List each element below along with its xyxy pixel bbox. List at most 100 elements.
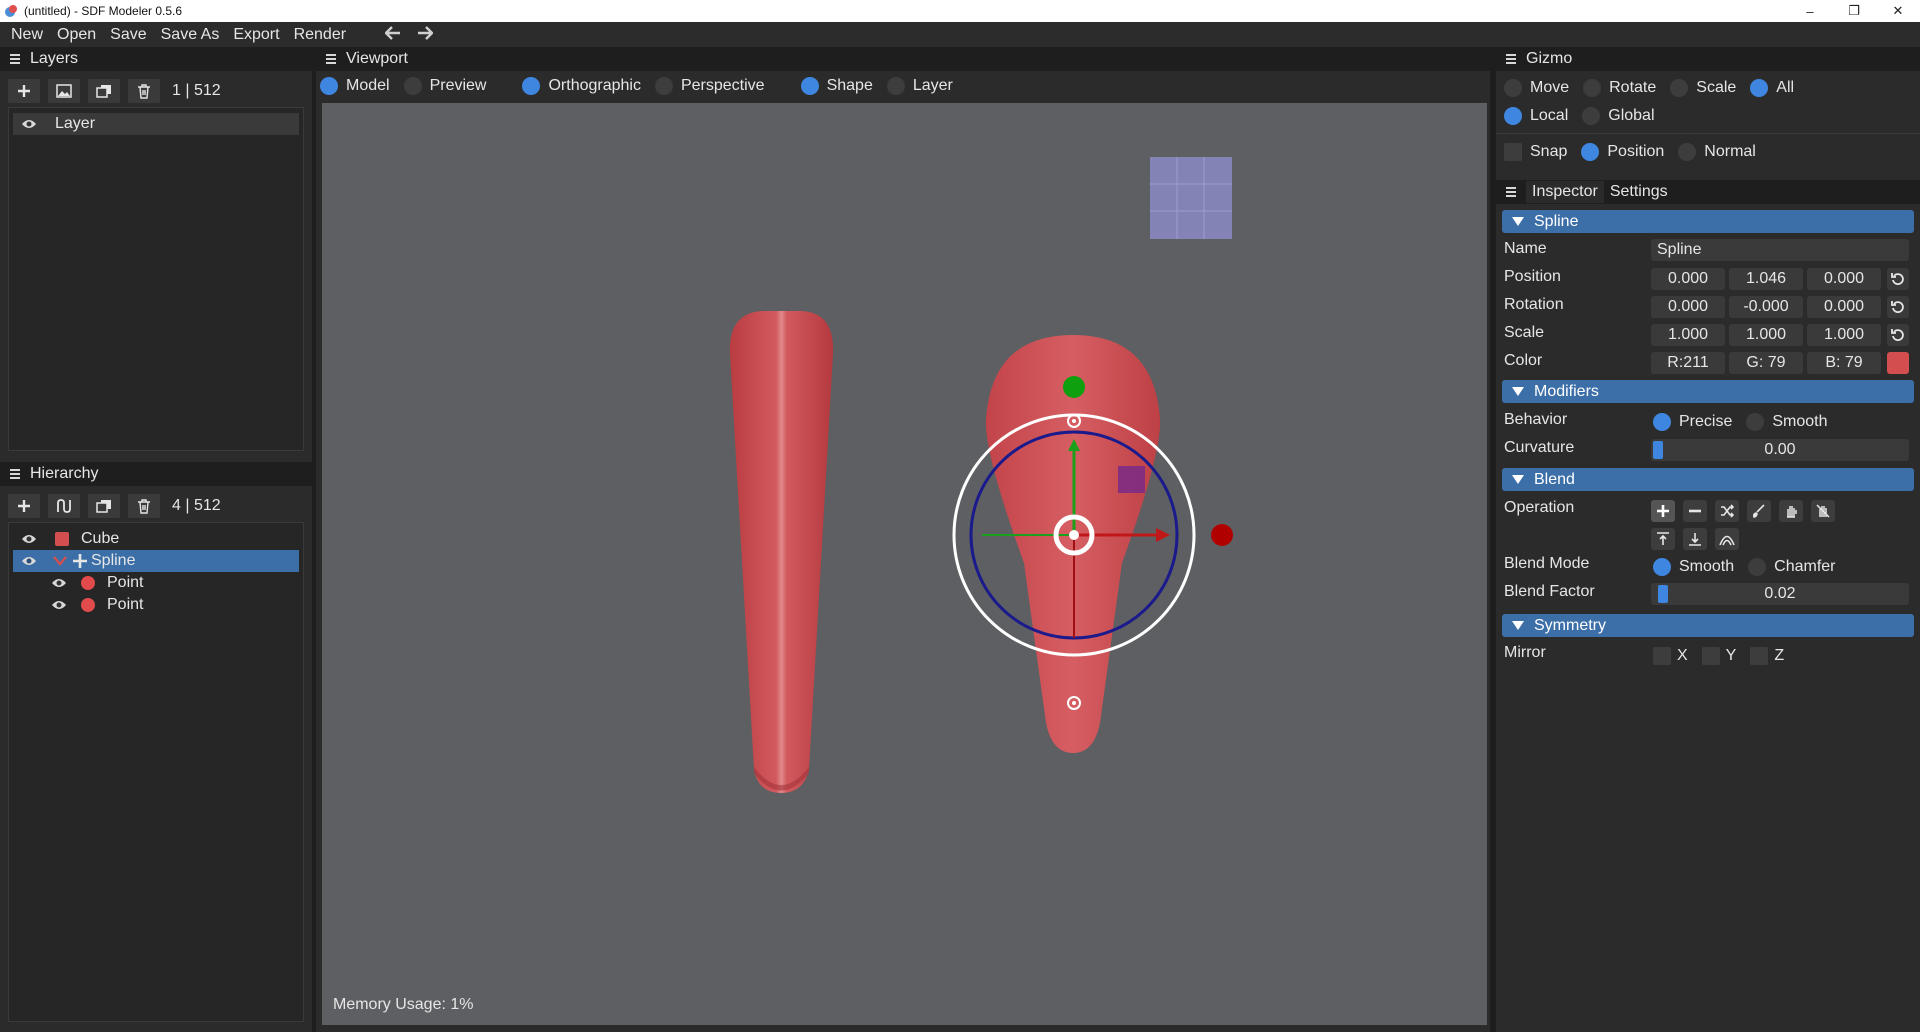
curvature-slider-handle[interactable] bbox=[1653, 441, 1663, 459]
union-icon[interactable] bbox=[1651, 500, 1675, 522]
menu-save-as[interactable]: Save As bbox=[154, 26, 227, 44]
panel-menu-icon[interactable] bbox=[326, 54, 336, 64]
radio-layer[interactable]: Layer bbox=[886, 77, 953, 95]
mirror-z-checkbox[interactable]: Z bbox=[1750, 647, 1784, 665]
duplicate-icon[interactable] bbox=[88, 494, 120, 518]
radio-smooth[interactable]: Smooth bbox=[1746, 413, 1828, 431]
tree-item-spline[interactable]: Spline bbox=[13, 550, 299, 572]
eye-icon[interactable] bbox=[21, 531, 37, 547]
color-g-input[interactable]: G: 79 bbox=[1729, 352, 1803, 374]
radio-local[interactable]: Local bbox=[1504, 107, 1568, 125]
trash-icon[interactable] bbox=[128, 79, 160, 103]
arrow-left-icon[interactable] bbox=[377, 24, 409, 45]
tree-item-point[interactable]: Point bbox=[43, 572, 299, 594]
radio-move[interactable]: Move bbox=[1504, 79, 1569, 97]
position-x-input[interactable]: 0.000 bbox=[1651, 268, 1725, 290]
scale-x-input[interactable]: 1.000 bbox=[1651, 324, 1725, 346]
position-z-input[interactable]: 0.000 bbox=[1807, 268, 1881, 290]
spline-icon[interactable] bbox=[48, 494, 80, 518]
modifiers-section-header[interactable]: Modifiers bbox=[1502, 380, 1914, 403]
scale-y-input[interactable]: 1.000 bbox=[1729, 324, 1803, 346]
radio-blend-smooth[interactable]: Smooth bbox=[1653, 558, 1734, 576]
reset-icon[interactable] bbox=[1887, 296, 1909, 318]
viewport-canvas[interactable] bbox=[322, 103, 1487, 1025]
menu-open[interactable]: Open bbox=[50, 26, 103, 44]
tree-item-point[interactable]: Point bbox=[43, 594, 299, 616]
smooth-arc-icon[interactable] bbox=[1715, 528, 1739, 550]
rotation-z-input[interactable]: 0.000 bbox=[1807, 296, 1881, 318]
hand-cross-icon[interactable] bbox=[1811, 500, 1835, 522]
tab-inspector[interactable]: Inspector bbox=[1526, 181, 1604, 203]
chevron-down-icon[interactable] bbox=[53, 556, 67, 566]
menu-export[interactable]: Export bbox=[226, 26, 286, 44]
panel-menu-icon[interactable] bbox=[10, 54, 20, 64]
hand-icon[interactable] bbox=[1779, 500, 1803, 522]
trash-icon[interactable] bbox=[128, 494, 160, 518]
layer-item[interactable]: Layer bbox=[13, 113, 299, 135]
close-button[interactable]: ✕ bbox=[1876, 0, 1920, 22]
plus-icon[interactable] bbox=[8, 79, 40, 103]
radio-orthographic[interactable]: Orthographic bbox=[522, 77, 641, 95]
eye-icon[interactable] bbox=[21, 116, 37, 132]
reset-icon[interactable] bbox=[1887, 324, 1909, 346]
symmetry-section-header[interactable]: Symmetry bbox=[1502, 614, 1914, 637]
duplicate-icon[interactable] bbox=[88, 79, 120, 103]
tab-settings[interactable]: Settings bbox=[1604, 181, 1674, 203]
color-r-input[interactable]: R:211 bbox=[1651, 352, 1725, 374]
position-y-input[interactable]: 1.046 bbox=[1729, 268, 1803, 290]
radio-normal[interactable]: Normal bbox=[1678, 143, 1756, 161]
arrow-right-icon[interactable] bbox=[409, 24, 441, 45]
paint-icon[interactable] bbox=[1747, 500, 1771, 522]
image-icon[interactable] bbox=[48, 79, 80, 103]
radio-model[interactable]: Model bbox=[320, 77, 390, 95]
menu-render[interactable]: Render bbox=[287, 26, 353, 44]
panel-menu-icon[interactable] bbox=[10, 469, 20, 479]
spline-section-header[interactable]: Spline bbox=[1502, 210, 1914, 233]
radio-chamfer[interactable]: Chamfer bbox=[1748, 558, 1836, 576]
shuffle-icon[interactable] bbox=[1715, 500, 1739, 522]
subtract-icon[interactable] bbox=[1683, 500, 1707, 522]
mirror-x-checkbox[interactable]: X bbox=[1653, 647, 1688, 665]
align-bottom-icon[interactable] bbox=[1683, 528, 1707, 550]
scene-render[interactable] bbox=[322, 103, 1487, 1025]
scale-z-input[interactable]: 1.000 bbox=[1807, 324, 1881, 346]
panel-menu-icon[interactable] bbox=[1506, 187, 1516, 197]
rotation-x-input[interactable]: 0.000 bbox=[1651, 296, 1725, 318]
radio-shape[interactable]: Shape bbox=[800, 77, 873, 95]
radio-preview[interactable]: Preview bbox=[403, 77, 486, 95]
radio-global[interactable]: Global bbox=[1582, 107, 1655, 125]
mirror-y-checkbox[interactable]: Y bbox=[1701, 647, 1736, 665]
radio-perspective[interactable]: Perspective bbox=[654, 77, 765, 95]
blend-section-header[interactable]: Blend bbox=[1502, 468, 1914, 491]
panel-menu-icon[interactable] bbox=[1506, 54, 1516, 64]
left-splitter[interactable] bbox=[312, 47, 316, 1032]
reset-icon[interactable] bbox=[1887, 268, 1909, 290]
menu-new[interactable]: New bbox=[4, 26, 50, 44]
eye-icon[interactable] bbox=[21, 553, 37, 569]
color-b-input[interactable]: B: 79 bbox=[1807, 352, 1881, 374]
radio-scale[interactable]: Scale bbox=[1670, 79, 1736, 97]
blend-factor-slider[interactable]: 0.02 bbox=[1651, 583, 1909, 605]
radio-all[interactable]: All bbox=[1750, 79, 1794, 97]
name-input[interactable]: Spline bbox=[1651, 239, 1909, 261]
color-swatch-button[interactable] bbox=[1887, 352, 1909, 374]
blend-factor-slider-handle[interactable] bbox=[1658, 585, 1668, 603]
eye-icon[interactable] bbox=[51, 575, 67, 591]
snap-checkbox[interactable]: Snap bbox=[1504, 143, 1567, 161]
align-top-icon[interactable] bbox=[1651, 528, 1675, 550]
maximize-button[interactable]: ❐ bbox=[1832, 0, 1876, 22]
menu-save[interactable]: Save bbox=[103, 26, 153, 44]
radio-precise[interactable]: Precise bbox=[1653, 413, 1732, 431]
radio-position[interactable]: Position bbox=[1581, 143, 1664, 161]
tree-item-cube[interactable]: Cube bbox=[13, 528, 299, 550]
rotation-y-input[interactable]: -0.000 bbox=[1729, 296, 1803, 318]
menu-bar: New Open Save Save As Export Render bbox=[0, 22, 1920, 47]
plus-icon[interactable] bbox=[8, 494, 40, 518]
curvature-slider[interactable]: 0.00 bbox=[1651, 439, 1909, 461]
radio-rotate[interactable]: Rotate bbox=[1583, 79, 1656, 97]
cube-shape[interactable] bbox=[729, 311, 834, 793]
view-orientation-cube[interactable] bbox=[1150, 157, 1232, 239]
eye-icon[interactable] bbox=[51, 597, 67, 613]
blend-mode-options: Smooth Chamfer bbox=[1653, 558, 1850, 576]
minimize-button[interactable]: – bbox=[1788, 0, 1832, 22]
